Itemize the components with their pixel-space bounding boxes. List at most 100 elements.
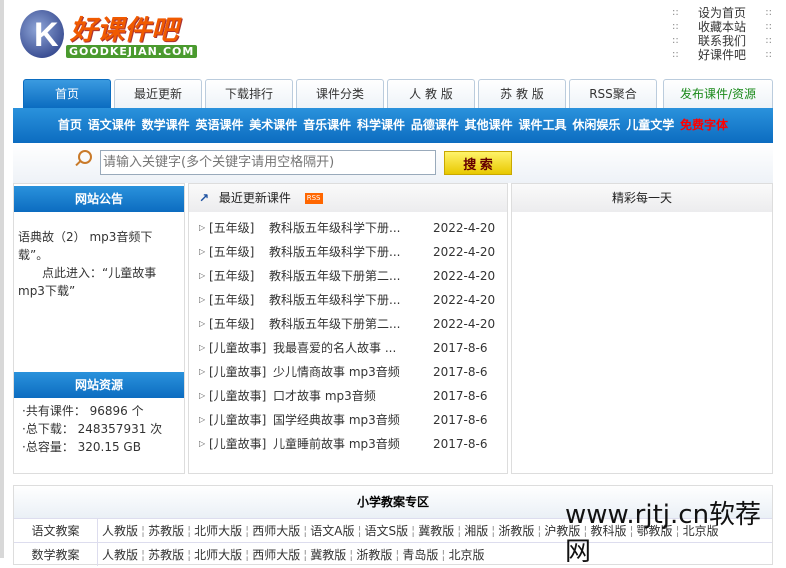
nav-item[interactable]: 数学课件 (142, 118, 190, 132)
separator: :: (765, 49, 772, 60)
item-title[interactable]: 国学经典故事 mp3音频 (273, 408, 427, 432)
edition-link[interactable]: 北师大版 (194, 548, 242, 562)
edition-link[interactable]: 苏教版 (148, 524, 184, 538)
item-title[interactable]: 我最喜爱的名人故事 ... (273, 336, 427, 360)
item-category[interactable]: [五年级] (209, 288, 269, 312)
notice-line[interactable]: 语典故（2） mp3音频下载”。 (18, 228, 180, 264)
separator: ¦ (187, 548, 192, 562)
item-date: 2022-4-20 (433, 245, 496, 259)
recent-item[interactable]: ▷ [儿童故事] 少儿情商故事 mp3音频 2017-8-6 (199, 360, 507, 384)
set-homepage-link[interactable]: 设为首页 (698, 6, 746, 20)
edition-link[interactable]: 青岛版 (402, 548, 438, 562)
item-category[interactable]: [五年级] (209, 264, 269, 288)
notice-line[interactable]: 点此进入：“儿童故事mp3下载” (18, 264, 180, 300)
item-title[interactable]: 口才故事 mp3音频 (273, 384, 427, 408)
top-links: :: 设为首页:: :: 收藏本站:: :: 联系我们:: :: 好课件吧:: (672, 6, 772, 62)
triangle-right-icon: ▷ (199, 295, 206, 304)
nav-item[interactable]: 首页 (58, 118, 82, 132)
rss-icon[interactable]: RSS (304, 193, 323, 204)
recent-item[interactable]: ▷ [儿童故事] 国学经典故事 mp3音频 2017-8-6 (199, 408, 507, 432)
tab-ranking[interactable]: 下载排行 (205, 79, 293, 108)
tab-home[interactable]: 首页 (23, 79, 111, 108)
edition-link[interactable]: 人教版 (102, 524, 138, 538)
separator: ¦ (357, 524, 362, 538)
search-button[interactable]: 搜 索 (444, 151, 512, 175)
nav-item[interactable]: 语文课件 (88, 118, 136, 132)
nav-item[interactable]: 美术课件 (249, 118, 297, 132)
edition-link[interactable]: 人教版 (102, 548, 138, 562)
recent-item[interactable]: ▷ [儿童故事] 我最喜爱的名人故事 ... 2017-8-6 (199, 336, 507, 360)
recent-item[interactable]: ▷ [五年级] 教科版五年级下册第二... 2022-4-20 (199, 264, 507, 288)
item-category[interactable]: [儿童故事] (209, 360, 273, 384)
tab-sujiao[interactable]: 苏 教 版 (478, 79, 566, 108)
edition-link[interactable]: 西师大版 (252, 548, 300, 562)
nav-item[interactable]: 其他课件 (465, 118, 513, 132)
tab-categories[interactable]: 课件分类 (296, 79, 384, 108)
watermark: www.rjtj.cn软荐网 (565, 500, 762, 567)
tab-rss[interactable]: RSS聚合 (569, 79, 657, 108)
edition-link[interactable]: 浙教版 (356, 548, 392, 562)
edition-link[interactable]: 北师大版 (194, 524, 242, 538)
tab-pep[interactable]: 人 教 版 (387, 79, 475, 108)
edition-link[interactable]: 西师大版 (252, 524, 300, 538)
item-title[interactable]: 教科版五年级科学下册... (269, 240, 427, 264)
site-logo[interactable]: K 好课件吧 GOODKEJIAN.COM (18, 8, 198, 60)
edition-link[interactable]: 北京版 (448, 548, 484, 562)
item-category[interactable]: [儿童故事] (209, 432, 273, 456)
nav-item[interactable]: 音乐课件 (303, 118, 351, 132)
edition-link[interactable]: 苏教版 (148, 548, 184, 562)
item-title[interactable]: 教科版五年级科学下册... (269, 216, 427, 240)
search-input[interactable] (100, 150, 436, 175)
separator: ¦ (141, 548, 146, 562)
item-title[interactable]: 教科版五年级下册第二... (269, 312, 427, 336)
row-label[interactable]: 语文教案 (14, 519, 98, 542)
edition-link[interactable]: 语文A版 (310, 524, 354, 538)
recent-item[interactable]: ▷ [五年级] 教科版五年级科学下册... 2022-4-20 (199, 240, 507, 264)
stat-capacity: ·总容量： 320.15 GB (22, 440, 141, 454)
recent-item[interactable]: ▷ [儿童故事] 口才故事 mp3音频 2017-8-6 (199, 384, 507, 408)
item-category[interactable]: [五年级] (209, 240, 269, 264)
item-title[interactable]: 少儿情商故事 mp3音频 (273, 360, 427, 384)
item-title[interactable]: 教科版五年级科学下册... (269, 288, 427, 312)
logo-mark-icon: K (20, 10, 64, 58)
separator: :: (672, 49, 679, 60)
item-date: 2022-4-20 (433, 317, 496, 331)
daily-title: 精彩每一天 (512, 184, 772, 212)
recent-item[interactable]: ▷ [五年级] 教科版五年级科学下册... 2022-4-20 (199, 288, 507, 312)
contact-link[interactable]: 联系我们 (698, 34, 746, 48)
edition-link[interactable]: 语文S版 (365, 524, 409, 538)
nav-item[interactable]: 课件工具 (519, 118, 567, 132)
item-category[interactable]: [五年级] (209, 312, 269, 336)
item-category[interactable]: [儿童故事] (209, 336, 273, 360)
item-category[interactable]: [五年级] (209, 216, 269, 240)
recent-item[interactable]: ▷ [儿童故事] 儿童睡前故事 mp3音频 2017-8-6 (199, 432, 507, 456)
nav-item[interactable]: 科学课件 (357, 118, 405, 132)
triangle-right-icon: ▷ (199, 367, 206, 376)
recent-item[interactable]: ▷ [五年级] 教科版五年级科学下册... 2022-4-20 (199, 216, 507, 240)
recent-item[interactable]: ▷ [五年级] 教科版五年级下册第二... 2022-4-20 (199, 312, 507, 336)
item-title[interactable]: 教科版五年级下册第二... (269, 264, 427, 288)
edition-link[interactable]: 冀教版 (310, 548, 346, 562)
triangle-right-icon: ▷ (199, 271, 206, 280)
arrow-up-right-icon: ↗ (199, 191, 210, 205)
nav-item[interactable]: 品德课件 (411, 118, 459, 132)
nav-item[interactable]: 英语课件 (195, 118, 243, 132)
tab-recent[interactable]: 最近更新 (114, 79, 202, 108)
edition-link[interactable]: 湘版 (464, 524, 488, 538)
separator: :: (765, 35, 772, 46)
item-category[interactable]: [儿童故事] (209, 408, 273, 432)
bookmark-link[interactable]: 收藏本站 (698, 20, 746, 34)
item-date: 2017-8-6 (433, 341, 488, 355)
item-date: 2022-4-20 (433, 293, 496, 307)
nav-item[interactable]: 休闲娱乐 (572, 118, 620, 132)
edition-link[interactable]: 冀教版 (418, 524, 454, 538)
stat-courseware-count: ·共有课件： 96896 个 (22, 404, 144, 418)
edition-link[interactable]: 浙教版 (498, 524, 534, 538)
item-title[interactable]: 儿童睡前故事 mp3音频 (273, 432, 427, 456)
row-label[interactable]: 数学教案 (14, 543, 98, 566)
nav-item-free-fonts[interactable]: 免费字体 (680, 118, 728, 132)
tab-publish[interactable]: 发布课件/资源 (663, 79, 773, 108)
site-link[interactable]: 好课件吧 (698, 48, 746, 62)
item-category[interactable]: [儿童故事] (209, 384, 273, 408)
nav-item[interactable]: 儿童文学 (626, 118, 674, 132)
